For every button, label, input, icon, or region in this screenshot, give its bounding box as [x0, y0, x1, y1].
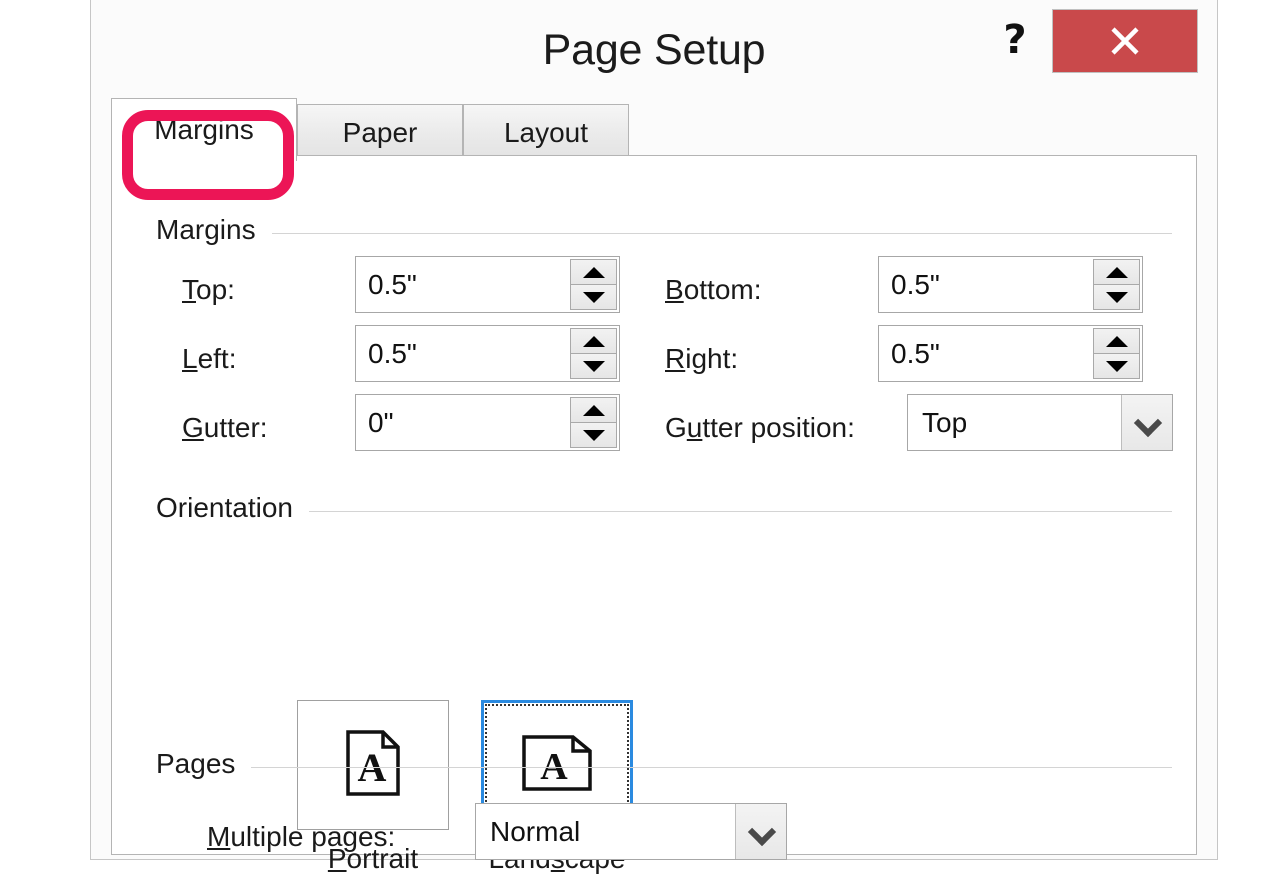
label-gutter: Gutter: [182, 412, 268, 443]
spinbox-right-down-button[interactable] [1093, 354, 1140, 379]
group-margins-rule [271, 232, 1172, 234]
dialog-title-bar: Page Setup ? [91, 0, 1217, 92]
spinbox-top-buttons [570, 259, 617, 310]
spinbox-top[interactable]: 0.5" [355, 256, 620, 313]
group-orientation-header: Orientation [156, 492, 1172, 524]
tab-layout-label: Layout [503, 116, 589, 148]
spinbox-gutter[interactable]: 0" [355, 394, 620, 451]
combobox-multiple-pages-value: Normal [490, 815, 581, 847]
margins-tab-panel: Margins Top: 0.5" Bottom: 0.5" Left: 0.5… [111, 155, 1197, 874]
spinbox-bottom[interactable]: 0.5" [878, 256, 1143, 313]
spinbox-right-value: 0.5" [891, 337, 940, 369]
triangle-up-icon [1105, 335, 1128, 347]
spinbox-gutter-buttons [570, 397, 617, 448]
group-orientation-label: Orientation [156, 492, 293, 523]
spinbox-gutter-down-button[interactable] [570, 423, 617, 448]
close-button[interactable] [1052, 9, 1198, 73]
page-setup-dialog: Page Setup ? Paper Layout Margins Margin… [90, 0, 1218, 874]
label-bottom: Bottom: [665, 274, 762, 305]
triangle-up-icon [582, 404, 605, 416]
spinbox-left-buttons [570, 328, 617, 379]
triangle-down-icon [582, 291, 605, 303]
tab-margins-label: Margins [154, 114, 254, 145]
close-x-icon [1053, 10, 1197, 72]
label-right: Right: [665, 343, 739, 374]
group-orientation-rule [308, 510, 1172, 512]
triangle-down-icon [1105, 360, 1128, 372]
label-multiple-pages: Multiple pages: [207, 821, 396, 852]
combobox-gutter-position-arrow[interactable] [1121, 395, 1172, 450]
label-top: Top: [182, 274, 235, 305]
combobox-multiple-pages-arrow[interactable] [735, 804, 786, 859]
group-pages-label: Pages [156, 748, 236, 779]
triangle-down-icon [582, 429, 605, 441]
spinbox-bottom-buttons [1093, 259, 1140, 310]
spinbox-bottom-up-button[interactable] [1093, 259, 1140, 285]
combobox-gutter-position[interactable]: Top [907, 394, 1173, 451]
spinbox-right[interactable]: 0.5" [878, 325, 1143, 382]
spinbox-top-up-button[interactable] [570, 259, 617, 285]
spinbox-right-buttons [1093, 328, 1140, 379]
combobox-multiple-pages[interactable]: Normal [475, 803, 787, 860]
tab-strip: Paper Layout Margins [111, 92, 1197, 161]
spinbox-gutter-up-button[interactable] [570, 397, 617, 423]
help-icon[interactable]: ? [991, 16, 1039, 64]
triangle-up-icon [582, 335, 605, 347]
triangle-up-icon [582, 266, 605, 278]
triangle-up-icon [1105, 266, 1128, 278]
spinbox-top-down-button[interactable] [570, 285, 617, 310]
spinbox-top-value: 0.5" [368, 268, 417, 300]
spinbox-left-down-button[interactable] [570, 354, 617, 379]
spinbox-left-up-button[interactable] [570, 328, 617, 354]
spinbox-right-up-button[interactable] [1093, 328, 1140, 354]
triangle-down-icon [582, 360, 605, 372]
tab-margins[interactable]: Margins [111, 98, 297, 161]
page-title: Page Setup [542, 26, 766, 74]
label-left: Left: [182, 343, 237, 374]
group-pages-header: Pages [156, 748, 1172, 780]
tab-paper-label: Paper [342, 116, 418, 148]
spinbox-left-value: 0.5" [368, 337, 417, 369]
group-pages-rule [251, 766, 1172, 768]
combobox-gutter-position-value: Top [922, 406, 968, 438]
triangle-down-icon [1105, 291, 1128, 303]
tab-paper[interactable]: Paper [297, 104, 463, 160]
spinbox-bottom-down-button[interactable] [1093, 285, 1140, 310]
group-margins-header: Margins [156, 214, 1172, 246]
group-margins-label: Margins [156, 214, 256, 245]
spinbox-left[interactable]: 0.5" [355, 325, 620, 382]
chevron-down-icon [750, 821, 772, 843]
label-gutter-position: Gutter position: [665, 412, 855, 443]
tab-layout[interactable]: Layout [463, 104, 629, 160]
spinbox-bottom-value: 0.5" [891, 268, 940, 300]
chevron-down-icon [1136, 412, 1158, 434]
spinbox-gutter-value: 0" [368, 406, 394, 438]
